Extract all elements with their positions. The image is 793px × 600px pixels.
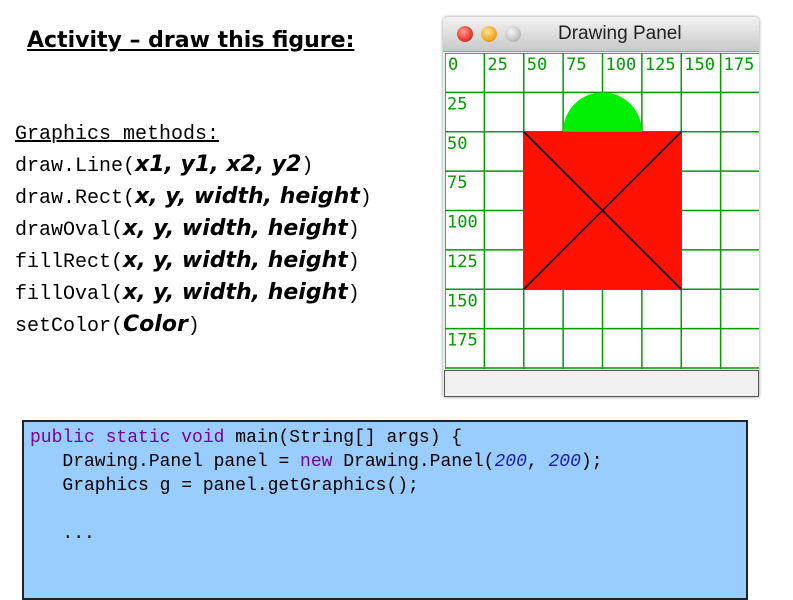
x-tick-labels: 0 25 50 75 100 125 150 175 bbox=[448, 55, 754, 75]
method-args: x, y, width, height bbox=[123, 280, 348, 305]
y-tick-label: 175 bbox=[447, 331, 478, 351]
x-tick-label: 50 bbox=[527, 55, 547, 75]
y-tick-label: 150 bbox=[447, 291, 478, 311]
code-text: main(String[] args) { bbox=[224, 428, 463, 448]
zoom-button[interactable] bbox=[505, 26, 521, 42]
y-tick-label: 75 bbox=[447, 173, 467, 193]
method-args: x, y, width, height bbox=[135, 184, 360, 209]
method-args: x, y, width, height bbox=[123, 248, 348, 273]
code-text: Drawing.Panel panel = bbox=[30, 452, 301, 472]
keyword: new bbox=[300, 452, 333, 472]
method-close: ) bbox=[347, 251, 360, 274]
method-close: ) bbox=[347, 219, 360, 242]
number-literal: 200 bbox=[548, 452, 581, 472]
method-name: setColor( bbox=[15, 315, 124, 338]
x-tick-label: 75 bbox=[566, 55, 586, 75]
number-literal: 200 bbox=[494, 452, 527, 472]
method-close: ) bbox=[347, 283, 360, 306]
drawing-panel-window: Drawing Panel 0 25 50 75 100 125 150 175… bbox=[443, 17, 759, 397]
keyword: void bbox=[181, 428, 225, 448]
code-text: , bbox=[526, 452, 549, 472]
code-line-2: Drawing.Panel panel = new Drawing.Panel(… bbox=[30, 450, 746, 474]
x-tick-label: 175 bbox=[724, 55, 755, 75]
y-tick-label: 50 bbox=[447, 134, 467, 154]
method-close: ) bbox=[187, 315, 200, 338]
method-args: x, y, width, height bbox=[123, 216, 348, 241]
keyword: static bbox=[105, 428, 171, 448]
drawing-surface: 0 25 50 75 100 125 150 175 25 50 75 100 … bbox=[445, 53, 759, 369]
method-drawrect: draw.Rect(x, y, width, height) bbox=[15, 182, 372, 214]
y-tick-label: 25 bbox=[447, 94, 467, 114]
y-tick-label: 100 bbox=[447, 213, 478, 233]
code-line-1: public static void main(String[] args) { bbox=[30, 426, 746, 450]
code-line-3: Graphics g = panel.getGraphics(); bbox=[30, 476, 419, 496]
window-titlebar[interactable]: Drawing Panel bbox=[443, 17, 759, 52]
method-fillrect: fillRect(x, y, width, height) bbox=[15, 246, 372, 278]
methods-heading: Graphics methods: bbox=[15, 123, 220, 146]
code-line-5: ... bbox=[30, 524, 95, 544]
method-args: x1, y1, x2, y2 bbox=[135, 152, 302, 177]
x-tick-label: 25 bbox=[487, 55, 507, 75]
x-tick-label: 0 bbox=[448, 55, 458, 75]
method-drawline: draw.Line(x1, y1, x2, y2) bbox=[15, 150, 372, 182]
method-name: fillRect( bbox=[15, 251, 124, 274]
activity-title: Activity – draw this figure: bbox=[27, 28, 355, 53]
window-title: Drawing Panel bbox=[558, 23, 682, 44]
y-tick-label: 125 bbox=[447, 252, 478, 272]
method-name: fillOval( bbox=[15, 283, 124, 306]
method-name: draw.Rect( bbox=[15, 187, 136, 210]
method-name: drawOval( bbox=[15, 219, 124, 242]
x-tick-label: 150 bbox=[684, 55, 715, 75]
keyword: public bbox=[30, 428, 95, 448]
method-setcolor: setColor(Color) bbox=[15, 310, 372, 342]
method-args: Color bbox=[123, 312, 188, 337]
method-drawoval: drawOval(x, y, width, height) bbox=[15, 214, 372, 246]
x-tick-label: 125 bbox=[645, 55, 676, 75]
drawing-canvas: 0 25 50 75 100 125 150 175 25 50 75 100 … bbox=[445, 53, 759, 369]
status-bar bbox=[444, 370, 759, 397]
code-box: public static void main(String[] args) {… bbox=[22, 420, 748, 600]
code-text: ); bbox=[580, 452, 603, 472]
close-button[interactable] bbox=[457, 26, 473, 42]
x-tick-label: 100 bbox=[606, 55, 637, 75]
y-tick-labels: 25 50 75 100 125 150 175 bbox=[447, 94, 478, 350]
method-close: ) bbox=[301, 155, 314, 178]
method-filloval: fillOval(x, y, width, height) bbox=[15, 278, 372, 310]
graphics-methods-list: Graphics methods: draw.Line(x1, y1, x2, … bbox=[15, 120, 372, 342]
code-text: Drawing.Panel( bbox=[332, 452, 495, 472]
minimize-button[interactable] bbox=[481, 26, 497, 42]
method-close: ) bbox=[359, 187, 372, 210]
method-name: draw.Line( bbox=[15, 155, 136, 178]
